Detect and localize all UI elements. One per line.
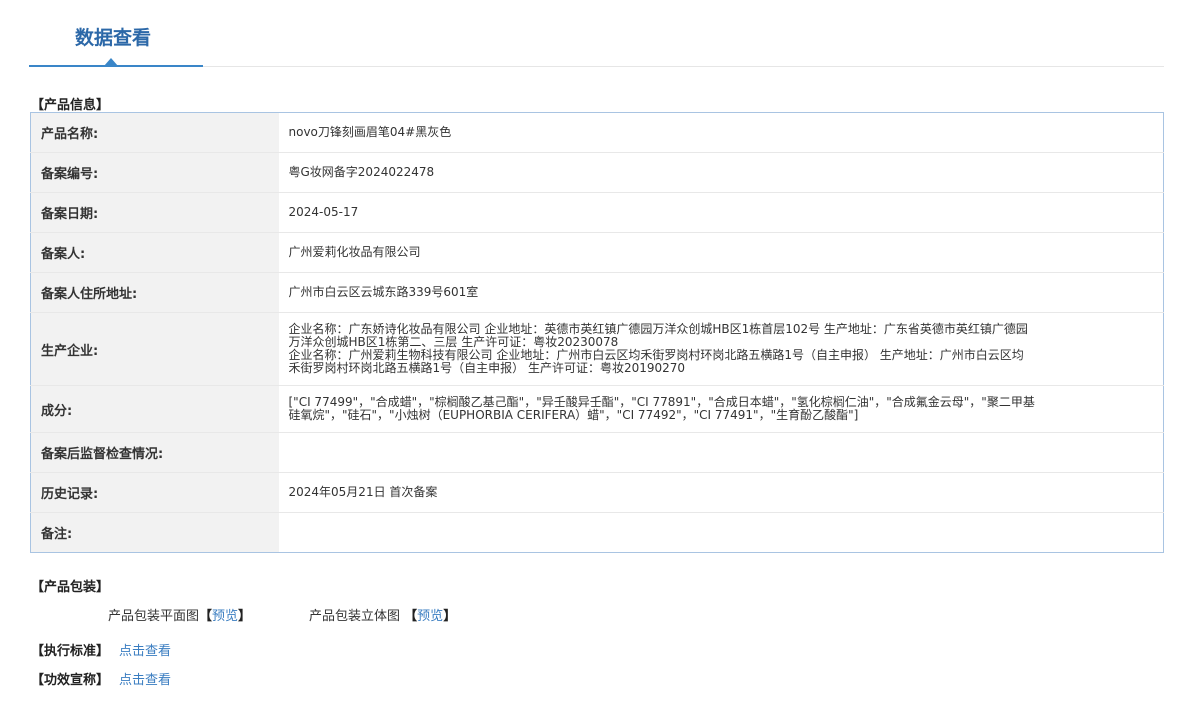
row-value bbox=[279, 513, 1164, 553]
manufacturer-line: 禾街罗岗村环岗北路五横路1号（自主申报） 生产许可证：粤妆20190270 bbox=[288, 361, 686, 375]
row-value: 广州市白云区云城东路339号601室 bbox=[278, 272, 1164, 313]
tab-active-indicator bbox=[104, 58, 118, 66]
row-label: 备案编号: bbox=[30, 152, 279, 193]
row-label: 成分: bbox=[30, 385, 279, 433]
page-title: 数据查看 bbox=[75, 27, 152, 49]
row-label: 历史记录: bbox=[30, 472, 279, 513]
row-value: 2024-05-17 bbox=[278, 192, 1164, 233]
standard-view-link[interactable]: 点击查看 bbox=[119, 644, 171, 659]
tab-data-view[interactable]: 数据查看 bbox=[29, 0, 203, 67]
packaging-flat-label: 产品包装平面图 bbox=[108, 609, 200, 624]
packaging-solid-item: 产品包装立体图 【预览】 bbox=[309, 605, 456, 624]
ingredient-line: 硅氧烷"，"硅石"，"小烛树（EUPHORBIA CERIFERA）蜡"，"CI… bbox=[288, 408, 859, 422]
table-row: 备案人: 广州爱莉化妆品有限公司 bbox=[30, 232, 1164, 273]
row-label: 备案人: bbox=[30, 232, 279, 273]
row-label: 备案后监督检查情况: bbox=[30, 432, 279, 473]
row-value: 广州爱莉化妆品有限公司 bbox=[278, 232, 1164, 273]
packaging-solid-preview-link[interactable]: 预览 bbox=[417, 609, 443, 624]
row-label: 备注: bbox=[30, 512, 279, 553]
table-row: 产品名称: novo刀锋刻画眉笔04#黑灰色 bbox=[30, 112, 1164, 153]
efficacy-row: 【功效宣称】 点击查看 bbox=[31, 669, 171, 688]
table-row: 备案编号: 粤G妆网备字2024022478 bbox=[30, 152, 1164, 193]
efficacy-view-link[interactable]: 点击查看 bbox=[119, 673, 171, 688]
row-value: ["CI 77499"，"合成蜡"，"棕榈酸乙基己酯"，"异壬酸异壬酯"，"CI… bbox=[278, 385, 1164, 433]
table-row: 生产企业: 企业名称：广东娇诗化妆品有限公司 企业地址：英德市英红镇广德园万洋众… bbox=[30, 312, 1164, 386]
section-title-standard: 【执行标准】 bbox=[31, 644, 110, 659]
row-label: 备案日期: bbox=[30, 192, 279, 233]
table-row: 备注: bbox=[30, 512, 1164, 553]
section-title-product-info: 【产品信息】 bbox=[31, 98, 110, 113]
bracket-open: 【 bbox=[199, 609, 213, 624]
row-value: 企业名称：广东娇诗化妆品有限公司 企业地址：英德市英红镇广德园万洋众创城HB区1… bbox=[278, 312, 1164, 386]
row-value: novo刀锋刻画眉笔04#黑灰色 bbox=[278, 112, 1164, 153]
tab-header: 数据查看 bbox=[29, 0, 1164, 67]
packaging-flat-preview-link[interactable]: 预览 bbox=[212, 609, 238, 624]
table-row: 备案后监督检查情况: bbox=[30, 432, 1164, 473]
section-title-efficacy: 【功效宣称】 bbox=[31, 673, 110, 688]
table-row: 成分: ["CI 77499"，"合成蜡"，"棕榈酸乙基己酯"，"异壬酸异壬酯"… bbox=[30, 385, 1164, 433]
table-row: 备案日期: 2024-05-17 bbox=[30, 192, 1164, 233]
standard-row: 【执行标准】 点击查看 bbox=[31, 640, 171, 659]
bracket-open: 【 bbox=[404, 609, 418, 624]
bracket-close: 】 bbox=[238, 609, 252, 624]
table-row: 备案人住所地址: 广州市白云区云城东路339号601室 bbox=[30, 272, 1164, 313]
product-info-table: 产品名称: novo刀锋刻画眉笔04#黑灰色 备案编号: 粤G妆网备字20240… bbox=[30, 112, 1164, 553]
row-label: 产品名称: bbox=[30, 112, 279, 153]
row-value: 粤G妆网备字2024022478 bbox=[278, 152, 1164, 193]
bracket-close: 】 bbox=[443, 609, 457, 624]
row-label: 备案人住所地址: bbox=[30, 272, 279, 313]
row-value: 2024年05月21日 首次备案 bbox=[278, 472, 1164, 513]
row-value bbox=[278, 432, 1164, 473]
packaging-flat-item: 产品包装平面图【预览】 bbox=[108, 605, 251, 624]
packaging-solid-label: 产品包装立体图 bbox=[309, 609, 401, 624]
section-title-packaging: 【产品包装】 bbox=[31, 580, 110, 595]
table-row: 历史记录: 2024年05月21日 首次备案 bbox=[30, 472, 1164, 513]
row-label: 生产企业: bbox=[30, 312, 279, 386]
